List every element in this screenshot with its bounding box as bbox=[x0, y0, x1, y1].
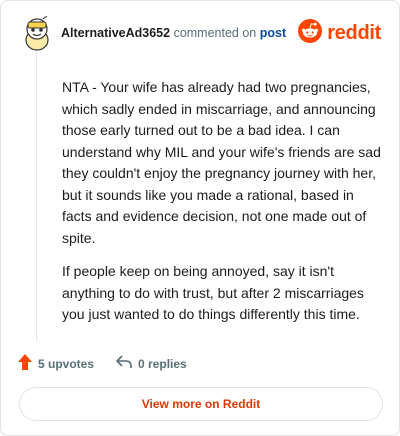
embedded-comment-card: AlternativeAd3652 commented on post redd… bbox=[0, 0, 400, 436]
comment-body: NTA - Your wife has already had two preg… bbox=[62, 77, 384, 338]
comment-actions: 5 upvotes 0 replies bbox=[18, 354, 187, 373]
commented-on-text: commented on bbox=[173, 26, 257, 40]
snoo-avatar-icon[interactable] bbox=[21, 15, 53, 52]
upvote-count: 5 upvotes bbox=[38, 356, 95, 371]
comment-meta: AlternativeAd3652 commented on post bbox=[61, 26, 286, 40]
reddit-logo-icon bbox=[298, 19, 323, 48]
reddit-logo[interactable]: reddit bbox=[298, 19, 381, 48]
reply-button[interactable]: 0 replies bbox=[116, 355, 187, 372]
comment-header: AlternativeAd3652 commented on post redd… bbox=[21, 15, 383, 52]
thread-line bbox=[36, 53, 37, 341]
username-link[interactable]: AlternativeAd3652 bbox=[61, 26, 170, 40]
reply-arrow-icon bbox=[116, 355, 132, 372]
comment-paragraph: NTA - Your wife has already had two preg… bbox=[62, 79, 381, 246]
view-more-button[interactable]: View more on Reddit bbox=[19, 387, 383, 421]
comment-paragraph: If people keep on being annoyed, say it … bbox=[62, 263, 364, 322]
upvote-button[interactable]: 5 upvotes bbox=[18, 354, 94, 373]
reddit-wordmark: reddit bbox=[327, 22, 381, 44]
upvote-arrow-icon bbox=[18, 354, 32, 373]
reply-count: 0 replies bbox=[138, 356, 187, 371]
post-link[interactable]: post bbox=[260, 26, 286, 40]
